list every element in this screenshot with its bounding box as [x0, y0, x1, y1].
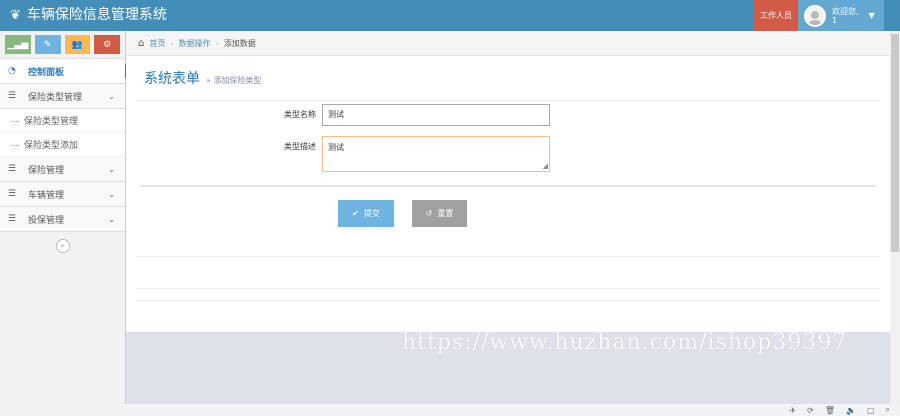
- pencil-icon: ✎: [43, 39, 52, 50]
- breadcrumb-home[interactable]: 首页: [149, 38, 165, 49]
- sidebar-item-dashboard[interactable]: ◔ 控制面板: [0, 59, 132, 84]
- status-bar: ✈ ⟳ 🗑 🔈 ▢ ⌕: [0, 404, 900, 416]
- type-desc-textarea[interactable]: 测试 ◢: [322, 136, 550, 172]
- leaf-icon: ❦: [10, 8, 21, 23]
- chevron-down-icon: ⌄: [108, 165, 115, 174]
- type-name-label: 类型名称: [284, 110, 316, 119]
- page-header: 系统表单 » 添加保险类型: [144, 68, 261, 88]
- shortcut-bar: ▁▃▅ ✎ 👥 ⚙: [0, 31, 125, 59]
- app-brand[interactable]: ❦ 车辆保险信息管理系统: [10, 0, 167, 31]
- sidebar-item-label: 车辆管理: [28, 190, 65, 201]
- sidebar-item-label: 保险类型管理: [28, 92, 83, 103]
- home-icon: ⌂: [138, 37, 145, 49]
- sidebar-item-vehicle[interactable]: ☰ 车辆管理 ⌄: [0, 182, 125, 207]
- caret-down-icon: ▼: [868, 11, 875, 20]
- stats-shortcut-button[interactable]: ▁▃▅: [5, 35, 31, 54]
- sidebar-item-label: 投保管理: [28, 215, 65, 226]
- list-icon: ☰: [8, 164, 17, 174]
- chevron-down-icon: ⌄: [108, 215, 115, 224]
- trash-icon[interactable]: 🗑: [825, 406, 835, 415]
- breadcrumb: ⌂ 首页 › 数据操作 › 添加数据: [126, 31, 890, 56]
- sidebar: ▁▃▅ ✎ 👥 ⚙ ◔ 控制面板 ☰ 保险类型管理 ⌄ 保险类型管理 保险类型添…: [0, 31, 132, 416]
- refresh-icon[interactable]: ⟳: [807, 406, 814, 415]
- pin-icon[interactable]: ✈: [789, 406, 796, 415]
- scrollbar-thumb[interactable]: [891, 34, 899, 252]
- role-badge[interactable]: 工作人员: [754, 0, 798, 31]
- sidebar-item-insurance-type[interactable]: ☰ 保险类型管理 ⌄: [0, 84, 125, 109]
- submit-button[interactable]: ✔ 提交: [338, 200, 394, 227]
- edit-shortcut-button[interactable]: ✎: [34, 35, 61, 54]
- volume-icon[interactable]: 🔈: [846, 406, 856, 415]
- type-desc-label: 类型描述: [284, 142, 316, 151]
- welcome-text: 欢迎您,: [832, 6, 859, 16]
- sidebar-collapse-button[interactable]: «: [55, 239, 70, 253]
- users-shortcut-button[interactable]: 👥: [64, 35, 91, 54]
- reset-button[interactable]: ↺ 重置: [412, 200, 467, 227]
- sidebar-subitem-type-add[interactable]: 保险类型添加: [0, 133, 125, 157]
- chevron-right-icon: ›: [170, 38, 174, 48]
- page-title: 系统表单: [144, 71, 200, 87]
- watermark-text: https://www.huzhan.com/ishop39397: [402, 330, 848, 355]
- bar-chart-icon: ▁▃▅: [7, 39, 29, 50]
- dashboard-icon: ◔: [8, 66, 16, 76]
- users-icon: 👥: [71, 39, 83, 50]
- app-title: 车辆保险信息管理系统: [26, 7, 167, 23]
- form-divider: [140, 185, 876, 187]
- window-icon[interactable]: ▢: [867, 406, 875, 415]
- chevron-down-icon: ⌄: [108, 190, 115, 199]
- double-chevron-left-icon: «: [60, 241, 65, 250]
- resize-grip-icon[interactable]: ◢: [543, 162, 548, 170]
- chevron-right-icon: ›: [215, 38, 219, 48]
- form-row-name: 类型名称 测试: [266, 104, 550, 126]
- cogs-icon: ⚙: [103, 39, 112, 50]
- check-icon: ✔: [352, 209, 359, 218]
- breadcrumb-data-ops[interactable]: 数据操作: [179, 38, 211, 49]
- list-icon: ☰: [8, 91, 17, 101]
- main-content: 系统表单 » 添加保险类型 类型名称 测试 类型描述 测试 ◢ ✔ 提交 ↺ 重…: [126, 56, 890, 332]
- list-icon: ☰: [8, 189, 17, 199]
- search-icon[interactable]: ⌕: [886, 405, 890, 415]
- sidebar-item-label: 控制面板: [28, 67, 65, 78]
- avatar: [804, 4, 826, 27]
- settings-shortcut-button[interactable]: ⚙: [94, 35, 120, 54]
- username: 1: [832, 15, 838, 25]
- user-menu[interactable]: 欢迎您, 1 ▼: [798, 0, 884, 31]
- chevron-down-icon: ⌄: [108, 92, 115, 101]
- sidebar-item-policy[interactable]: ☰ 投保管理 ⌄: [0, 207, 125, 232]
- breadcrumb-current: 添加数据: [223, 38, 256, 48]
- sidebar-item-label: 保险管理: [28, 165, 65, 176]
- page-subtitle: » 添加保险类型: [206, 76, 262, 85]
- type-name-input[interactable]: 测试: [322, 104, 550, 126]
- undo-icon: ↺: [425, 209, 433, 218]
- list-icon: ☰: [8, 214, 17, 224]
- sidebar-item-insurance[interactable]: ☰ 保险管理 ⌄: [0, 157, 125, 182]
- sidebar-subitem-type-manage[interactable]: 保险类型管理: [0, 109, 125, 133]
- form-row-desc: 类型描述 测试 ◢: [266, 136, 550, 172]
